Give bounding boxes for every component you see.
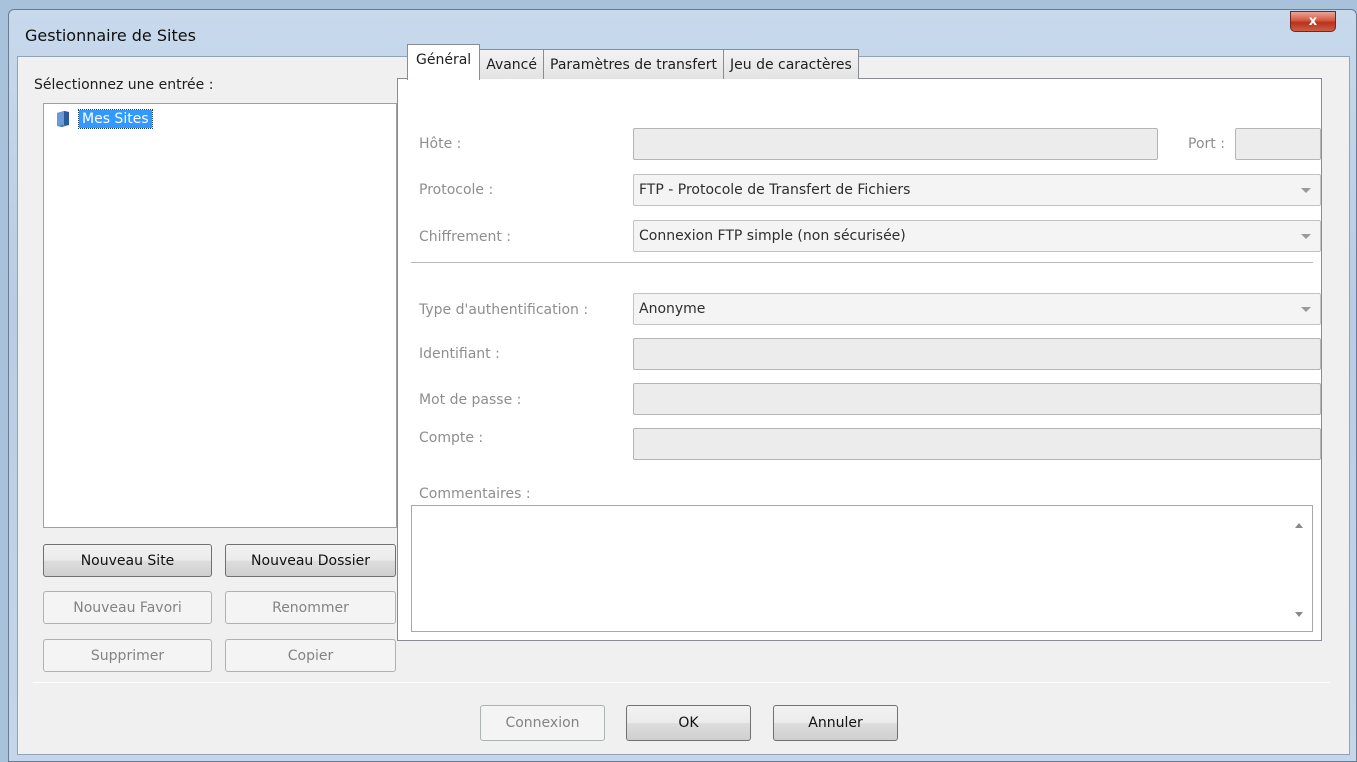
comments-label: Commentaires : — [419, 486, 531, 502]
select-entry-label: Sélectionnez une entrée : — [34, 77, 214, 93]
encryption-value: Connexion FTP simple (non sécurisée) — [639, 228, 906, 244]
port-label: Port : — [1188, 136, 1225, 152]
rename-button[interactable]: Renommer — [225, 591, 396, 624]
host-label: Hôte : — [419, 136, 462, 152]
chevron-down-icon — [1301, 307, 1311, 312]
auth-type-label: Type d'authentification : — [419, 302, 589, 318]
protocol-value: FTP - Protocole de Transfert de Fichiers — [639, 182, 911, 198]
tab-advanced[interactable]: Avancé — [479, 49, 544, 79]
tab-general[interactable]: Général — [407, 44, 481, 80]
new-folder-button[interactable]: Nouveau Dossier — [225, 544, 396, 577]
encryption-label: Chiffrement : — [419, 229, 512, 245]
tree-item-label: Mes Sites — [78, 109, 153, 129]
port-input[interactable] — [1235, 128, 1321, 160]
protocol-select[interactable]: FTP - Protocole de Transfert de Fichiers — [633, 174, 1321, 206]
comments-textarea[interactable] — [411, 505, 1313, 632]
cancel-button[interactable]: Annuler — [773, 705, 898, 741]
tab-charset[interactable]: Jeu de caractères — [723, 49, 859, 79]
tab-transfer-settings[interactable]: Paramètres de transfert — [543, 49, 725, 79]
ok-button[interactable]: OK — [626, 705, 751, 741]
user-label: Identifiant : — [419, 346, 500, 362]
account-label: Compte : — [419, 430, 484, 446]
folder-icon — [57, 111, 69, 127]
scroll-up-icon[interactable] — [1295, 523, 1303, 528]
tab-strip: Général Avancé Paramètres de transfert J… — [407, 31, 859, 80]
site-tree[interactable]: Mes Sites — [43, 103, 397, 528]
new-site-button[interactable]: Nouveau Site — [43, 544, 212, 577]
user-input[interactable] — [633, 338, 1321, 370]
close-icon: x — [1308, 14, 1318, 29]
close-button[interactable]: x — [1290, 11, 1336, 32]
protocol-label: Protocole : — [419, 182, 494, 198]
account-input[interactable] — [633, 428, 1321, 460]
chevron-down-icon — [1301, 188, 1311, 193]
footer-divider — [33, 682, 1330, 683]
host-input[interactable] — [633, 128, 1158, 160]
section-divider — [411, 262, 1313, 263]
scroll-down-icon[interactable] — [1295, 612, 1303, 617]
auth-type-select[interactable]: Anonyme — [633, 293, 1321, 325]
auth-type-value: Anonyme — [639, 301, 706, 317]
chevron-down-icon — [1301, 234, 1311, 239]
tree-item-my-sites[interactable]: Mes Sites — [55, 109, 153, 129]
window-title: Gestionnaire de Sites — [25, 26, 196, 45]
password-label: Mot de passe : — [419, 392, 522, 408]
copy-button[interactable]: Copier — [225, 639, 396, 672]
connect-button[interactable]: Connexion — [480, 705, 605, 741]
encryption-select[interactable]: Connexion FTP simple (non sécurisée) — [633, 220, 1321, 252]
delete-button[interactable]: Supprimer — [43, 639, 212, 672]
new-bookmark-button[interactable]: Nouveau Favori — [43, 591, 212, 624]
password-input[interactable] — [633, 383, 1321, 415]
